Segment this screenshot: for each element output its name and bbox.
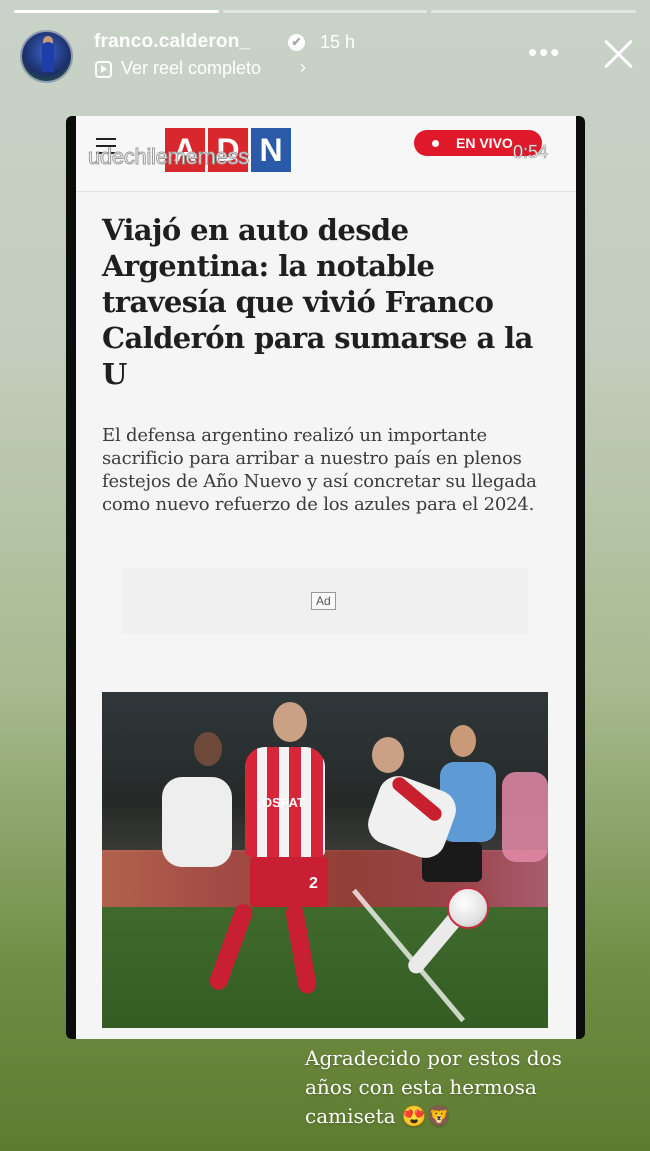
video-timer: 0:54 <box>513 142 549 163</box>
progress-segment <box>222 10 428 13</box>
player-left-head <box>194 732 222 766</box>
ad-placeholder: Ad <box>122 568 528 634</box>
reel-icon[interactable] <box>95 61 112 78</box>
story-progress-bar <box>14 10 637 14</box>
referee-head <box>450 725 476 757</box>
article-lead: El defensa argentino realizó un importan… <box>102 425 537 515</box>
player-left <box>162 777 232 867</box>
view-full-reel-link[interactable]: Ver reel completo <box>121 58 261 79</box>
story-header: franco.calderon_ ✔ 15 h Ver reel complet… <box>20 28 636 88</box>
username[interactable]: franco.calderon_ <box>94 31 250 53</box>
close-icon[interactable] <box>598 34 638 74</box>
progress-segment <box>14 10 219 13</box>
pitch <box>102 907 548 1028</box>
article-photo: OSPAT 2 <box>102 692 548 1028</box>
article-headline: Viajó en auto desde Argentina: la notabl… <box>102 213 533 391</box>
player-red-head <box>273 702 307 742</box>
jersey-number: 2 <box>309 875 318 892</box>
timestamp: 15 h <box>320 32 356 52</box>
story-caption: Agradecido por estos dos años con esta h… <box>305 1046 562 1128</box>
shared-post-card[interactable]: A D N udechilememess EN VIVO 0:54 Viajó … <box>66 116 585 1039</box>
more-options-icon[interactable]: ••• <box>528 39 561 65</box>
ad-label: Ad <box>311 592 336 610</box>
live-label: EN VIVO <box>456 135 513 151</box>
avatar[interactable] <box>20 30 73 83</box>
player-white-head <box>372 737 404 773</box>
article-screenshot: A D N udechilememess EN VIVO 0:54 Viajó … <box>76 116 576 1039</box>
background-player <box>502 772 548 862</box>
soccer-ball <box>447 887 489 929</box>
site-navbar: A D N udechilememess EN VIVO 0:54 <box>76 116 576 192</box>
avatar-figure <box>42 42 54 72</box>
live-dot-icon <box>432 140 439 147</box>
verified-badge-icon: ✔ <box>288 34 305 51</box>
progress-segment <box>431 10 637 13</box>
logo-letter: N <box>251 128 291 172</box>
chevron-right-icon[interactable]: › <box>300 57 306 78</box>
jersey-sponsor: OSPAT <box>262 795 305 810</box>
watermark: udechilememess <box>88 144 250 170</box>
